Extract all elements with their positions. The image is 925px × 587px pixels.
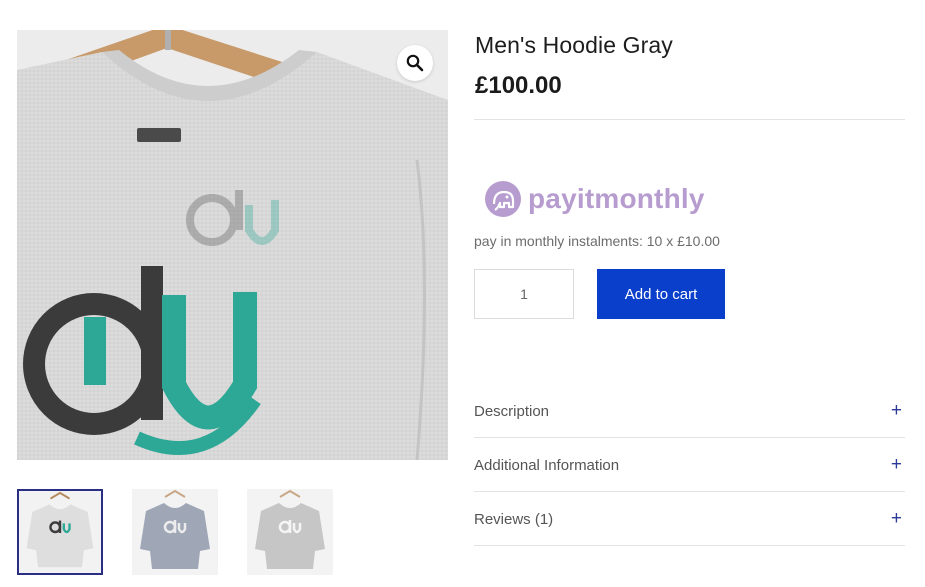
hoodie-image — [17, 30, 448, 460]
thumbnail-image — [247, 489, 333, 575]
tab-additional-information[interactable]: Additional Information + — [474, 438, 905, 492]
thumbnail-2[interactable] — [132, 489, 218, 575]
payitmonthly-logo: payitmonthly — [484, 180, 705, 218]
thumbnail-3[interactable] — [247, 489, 333, 575]
payitmonthly-wordmark: payitmonthly — [528, 183, 705, 214]
tab-label: Description — [474, 403, 550, 420]
tab-description[interactable]: Description + — [474, 384, 905, 438]
plus-icon[interactable]: + — [891, 455, 902, 474]
add-to-cart-button[interactable]: Add to cart — [597, 269, 725, 319]
zoom-button[interactable] — [397, 45, 433, 81]
product-price: £100.00 — [475, 72, 562, 99]
plus-icon[interactable]: + — [891, 401, 902, 420]
quantity-input[interactable]: 1 — [474, 269, 574, 319]
instalment-text: pay in monthly instalments: 10 x £10.00 — [474, 233, 720, 249]
plus-icon[interactable]: + — [891, 509, 902, 528]
thumbnail-1[interactable] — [17, 489, 103, 575]
elephant-icon — [485, 181, 521, 217]
magnifier-icon — [406, 54, 424, 72]
thumbnail-image — [19, 491, 101, 573]
divider — [474, 119, 905, 120]
tab-reviews[interactable]: Reviews (1) + — [474, 492, 905, 546]
tab-label: Reviews (1) — [474, 511, 554, 528]
product-main-image[interactable] — [17, 30, 448, 460]
tab-label: Additional Information — [474, 457, 620, 474]
product-title: Men's Hoodie Gray — [475, 32, 673, 58]
product-tabs: Description + Additional Information + R… — [474, 384, 905, 546]
thumbnail-image — [132, 489, 218, 575]
